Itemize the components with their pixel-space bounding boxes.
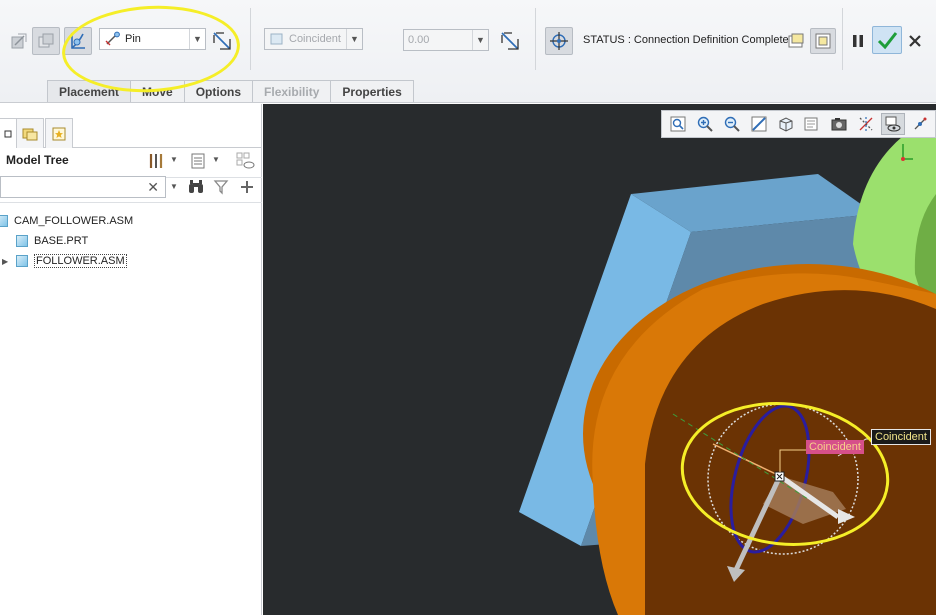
rigid-body-icon[interactable] (32, 27, 60, 55)
tab-placement[interactable]: Placement (47, 80, 132, 102)
chevron-down-icon[interactable]: ▼ (189, 29, 205, 49)
spin-center-icon[interactable] (908, 113, 932, 135)
add-icon[interactable] (237, 177, 257, 197)
clear-search-icon[interactable]: ✕ (147, 179, 159, 196)
tree-item-label: BASE.PRT (34, 235, 89, 247)
refit-icon[interactable] (666, 113, 690, 135)
divider (535, 8, 536, 70)
mechanism-connection-icon[interactable] (64, 27, 92, 55)
binoculars-icon[interactable] (186, 177, 206, 197)
tree-item-base[interactable]: BASE.PRT (0, 231, 262, 251)
connection-type-value: Pin (125, 33, 141, 45)
tab-options[interactable]: Options (183, 80, 254, 102)
constraint-type-select[interactable]: Coincident ▼ (264, 28, 363, 50)
graphics-window[interactable]: Coincident Coincident (263, 104, 936, 615)
assembly-icon (0, 215, 8, 227)
navigator-tabs (0, 118, 262, 148)
view-toolbar (661, 110, 936, 138)
dashboard-tabs: Placement Move Options Flexibility Prope… (47, 80, 414, 102)
tree-item-label: FOLLOWER.ASM (34, 254, 127, 268)
tab-move[interactable]: Move (130, 80, 185, 102)
divider (250, 8, 251, 70)
component-window-icon[interactable] (810, 28, 836, 54)
model-tree-search-input[interactable]: ✕ (0, 176, 166, 198)
ok-checkmark-icon[interactable] (872, 26, 902, 54)
constraint-tag-black[interactable]: Coincident (871, 429, 931, 445)
pause-icon[interactable] (848, 29, 868, 53)
assembly-3d-model[interactable] (263, 104, 936, 615)
filter-icon[interactable] (211, 177, 231, 197)
annotation-display-icon[interactable] (881, 113, 906, 135)
favorites-tab[interactable] (45, 118, 73, 148)
separate-window-icon[interactable] (784, 29, 808, 53)
settings-list-icon[interactable] (188, 150, 208, 172)
user-defined-icon[interactable] (6, 28, 32, 54)
view-manager-icon[interactable] (827, 113, 851, 135)
part-icon (16, 235, 28, 247)
offset-value: 0.00 (408, 34, 430, 46)
zoom-out-icon[interactable] (720, 113, 744, 135)
pin-icon (105, 31, 120, 46)
coincident-icon (270, 33, 283, 45)
folder-browser-tab[interactable] (16, 118, 44, 148)
tree-item-cam-follower[interactable]: CAM_FOLLOWER.ASM (0, 211, 262, 231)
chevron-down-icon[interactable]: ▼ (170, 182, 178, 191)
constraint-type-value: Coincident (289, 33, 341, 45)
flip-constraint-icon[interactable] (497, 28, 523, 54)
chevron-down-icon[interactable]: ▼ (346, 29, 362, 49)
chevron-down-icon[interactable]: ▼ (212, 155, 220, 164)
show-hide-icon[interactable] (234, 150, 256, 172)
model-tree-title: Model Tree (6, 153, 69, 167)
drag-component-icon[interactable] (545, 27, 573, 55)
cancel-x-icon[interactable] (905, 29, 925, 53)
tools-icon[interactable] (146, 150, 166, 172)
tab-flexibility[interactable]: Flexibility (252, 80, 332, 102)
expand-arrow-icon[interactable]: ▶ (2, 257, 12, 266)
tree-item-label: CAM_FOLLOWER.ASM (14, 215, 134, 227)
divider (842, 8, 843, 70)
offset-input[interactable]: 0.00 ▼ (403, 29, 489, 51)
tab-properties[interactable]: Properties (330, 80, 414, 102)
dashboard-ribbon: Pin ▼ Coincident ▼ 0.00 ▼ STATUS : Conne… (0, 0, 936, 103)
flip-direction-icon[interactable] (209, 28, 235, 54)
display-style-icon[interactable] (774, 113, 798, 135)
chevron-down-icon[interactable]: ▼ (472, 30, 488, 50)
status-text: STATUS : Connection Definition Complete. (583, 34, 792, 46)
constraint-tag-pink[interactable]: Coincident (806, 440, 864, 454)
saved-views-icon[interactable] (801, 113, 825, 135)
connection-type-select[interactable]: Pin ▼ (99, 28, 206, 50)
assembly-icon (16, 255, 28, 267)
zoom-in-icon[interactable] (693, 113, 717, 135)
datum-display-icon[interactable] (854, 113, 878, 135)
tree-item-follower[interactable]: ▶ FOLLOWER.ASM (0, 251, 262, 271)
chevron-down-icon[interactable]: ▼ (170, 155, 178, 164)
navigator-panel: Model Tree ▼ ▼ ✕ ▼ CAM_FOLLOWER.ASM BASE… (0, 104, 262, 615)
model-tree: CAM_FOLLOWER.ASM BASE.PRT ▶ FOLLOWER.ASM (0, 202, 262, 271)
repaint-icon[interactable] (747, 113, 771, 135)
